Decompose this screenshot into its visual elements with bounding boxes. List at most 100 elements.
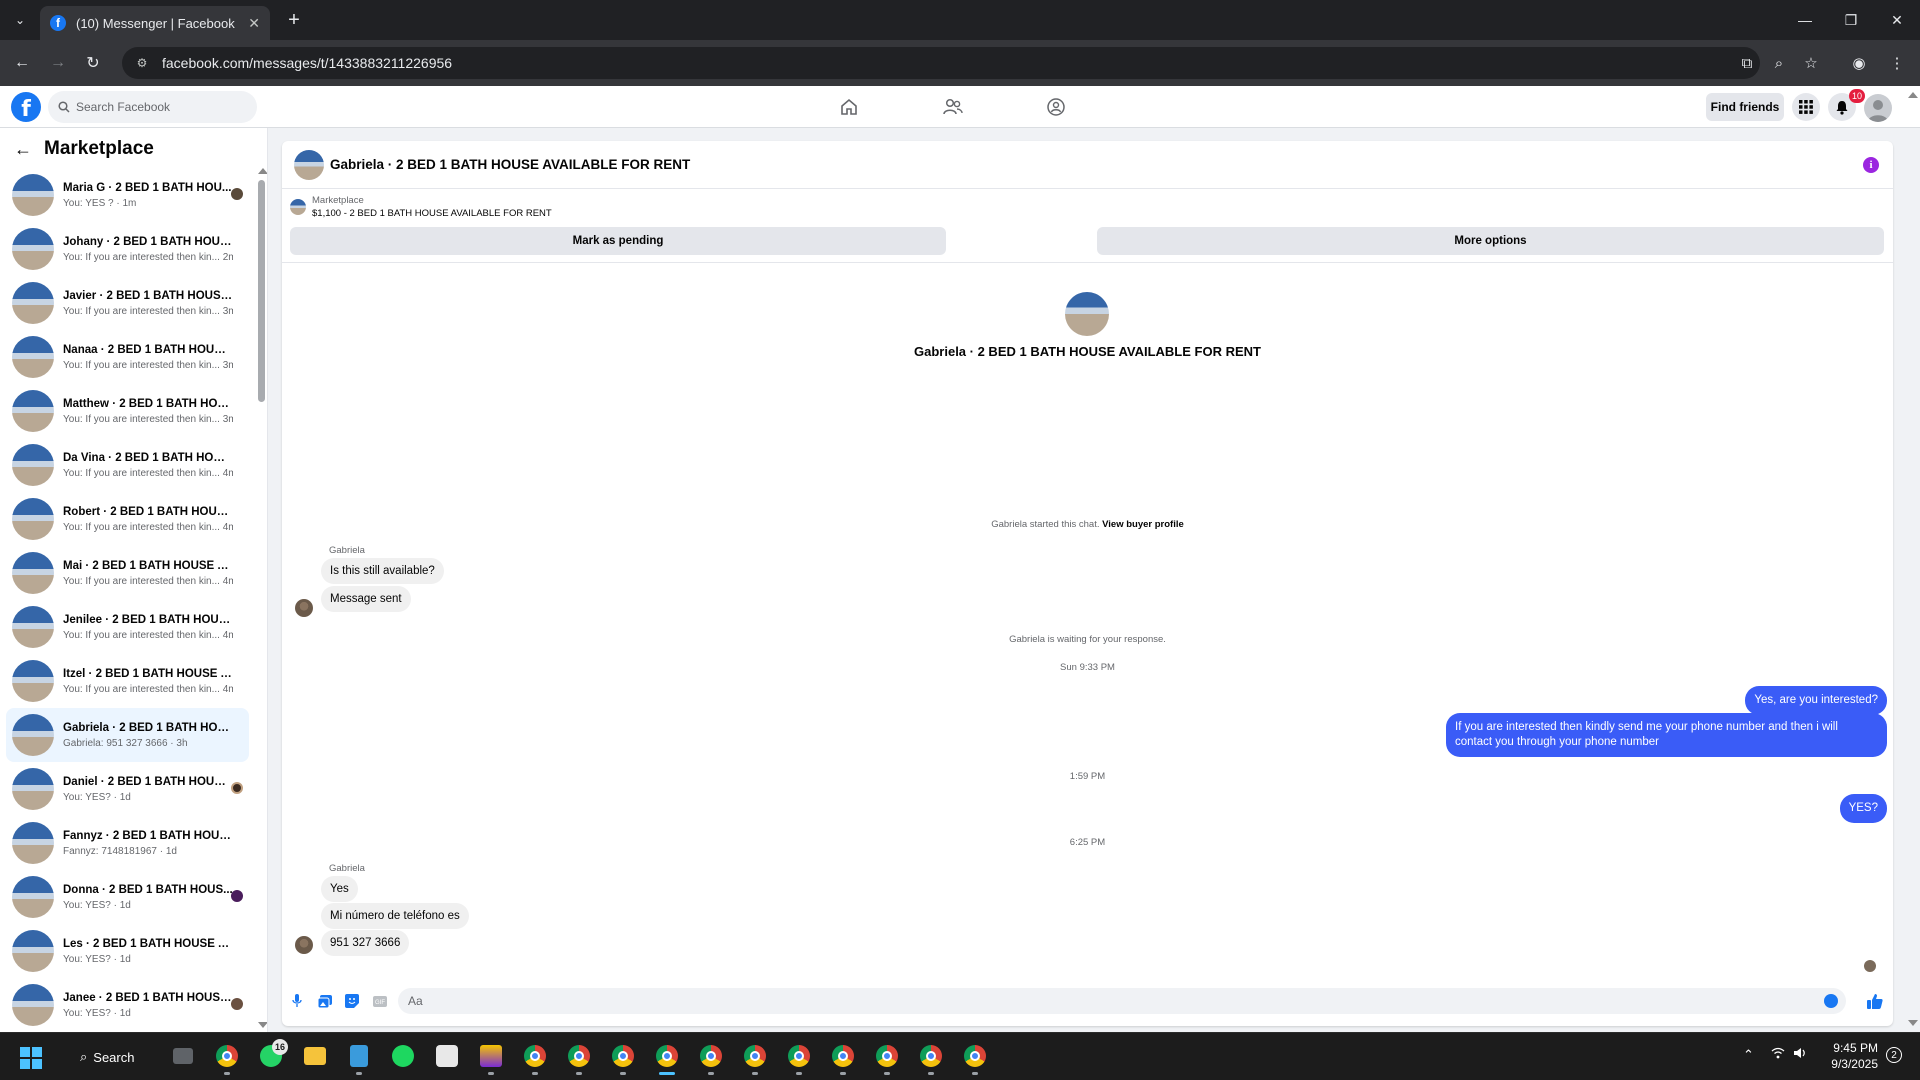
chat-title[interactable]: Gabriela · 2 BED 1 BATH HOUSE AVAILABLE … [330,157,690,172]
windows-start-icon[interactable] [20,1047,42,1069]
page-scroll-down-icon[interactable] [1908,1020,1918,1026]
sender-avatar[interactable] [295,936,313,954]
account-avatar[interactable] [1864,94,1892,122]
install-app-icon[interactable]: ⧉ [1734,50,1760,76]
emoji-icon[interactable] [1824,994,1838,1008]
conversation-item[interactable]: Javier · 2 BED 1 BATH HOUSE A... You: If … [6,276,249,330]
chrome-taskbar-icon[interactable] [212,1041,242,1075]
taskbar-search-button[interactable]: ⌕ Search [70,1042,150,1072]
notepad-icon[interactable] [344,1041,374,1075]
chrome-taskbar-icon[interactable] [564,1041,594,1075]
reload-button[interactable]: ↻ [80,50,106,76]
chat-avatar[interactable] [294,149,324,180]
message-input[interactable] [408,994,1808,1008]
minimize-button[interactable]: — [1782,0,1828,40]
notification-center-badge[interactable]: 2 [1886,1047,1902,1063]
conversation-item[interactable]: Donna · 2 BED 1 BATH HOUS... You: YES? · … [6,870,249,924]
conversation-item[interactable]: Itzel · 2 BED 1 BATH HOUSE AV... You: If … [6,654,249,708]
zoom-icon[interactable]: ⌕ [1766,50,1792,76]
conversation-item[interactable]: Nanaa · 2 BED 1 BATH HOUSE A... You: If y… [6,330,249,384]
more-options-button[interactable]: More options [1097,227,1884,255]
chrome-taskbar-icon[interactable] [916,1041,946,1075]
conversation-item[interactable]: Daniel · 2 BED 1 BATH HOUSE... You: YES? … [6,762,249,816]
conversation-item-active[interactable]: Gabriela · 2 BED 1 BATH HOUSE... Gabriela… [6,708,249,762]
wifi-icon[interactable] [1771,1047,1785,1062]
bookmark-star-icon[interactable]: ☆ [1798,50,1824,76]
incoming-message[interactable]: 951 327 3666 [321,930,410,956]
conversation-item[interactable]: Janee · 2 BED 1 BATH HOUSE ... You: YES? … [6,978,249,1032]
conversation-item[interactable]: Robert · 2 BED 1 BATH HOUSE ... You: If y… [6,492,249,546]
incoming-message[interactable]: Yes [321,876,358,902]
address-bar[interactable]: ⚙ facebook.com/messages/t/14338832112269… [122,47,1760,79]
incoming-message[interactable]: Mi número de teléfono es [321,903,469,929]
scroll-up-arrow-icon[interactable] [258,168,267,174]
site-info-icon[interactable]: ⚙ [134,55,150,71]
chrome-taskbar-icon[interactable] [960,1041,990,1075]
taskbar-clock[interactable]: 9:45 PM 9/3/2025 [1818,1040,1878,1072]
mark-as-pending-button[interactable]: Mark as pending [290,227,946,255]
conversation-item[interactable]: Matthew · 2 BED 1 BATH HOUS... You: If yo… [6,384,249,438]
facebook-logo-icon[interactable]: f [11,92,41,122]
store-app-icon[interactable] [432,1041,462,1071]
sticker-icon[interactable] [343,992,361,1010]
groups-icon[interactable] [1043,94,1069,120]
gif-icon[interactable]: GIF [371,992,389,1010]
close-window-button[interactable]: ✕ [1874,0,1920,40]
outgoing-message[interactable]: Yes, are you interested? [1745,686,1887,715]
conversation-item[interactable]: Johany · 2 BED 1 BATH HOUSE ... You: If y… [6,222,249,276]
page-scroll-up-icon[interactable] [1908,92,1918,98]
new-tab-button[interactable]: + [282,8,306,32]
chrome-taskbar-icon[interactable] [872,1041,902,1075]
sidebar-scrollbar[interactable] [256,168,267,1028]
browser-tab[interactable]: f (10) Messenger | Facebook ✕ [40,6,270,40]
chrome-taskbar-icon[interactable] [784,1041,814,1075]
chrome-taskbar-icon[interactable] [740,1041,770,1075]
file-explorer-icon[interactable] [300,1041,330,1071]
profile-icon[interactable]: ◉ [1846,50,1872,76]
back-arrow-icon[interactable]: ← [14,139,32,160]
restore-button[interactable]: ❐ [1828,0,1874,40]
browser-menu-icon[interactable]: ⋮ [1884,50,1910,76]
conversation-item[interactable]: Mai · 2 BED 1 BATH HOUSE AVA... You: If y… [6,546,249,600]
view-buyer-profile-link[interactable]: View buyer profile [1102,519,1184,530]
like-thumb-icon[interactable] [1865,991,1885,1011]
conversation-item[interactable]: Jenilee · 2 BED 1 BATH HOUSE ... You: If … [6,600,249,654]
show-hidden-icons-icon[interactable]: ⌃ [1743,1047,1754,1063]
tab-search-button[interactable]: ⌄ [8,8,32,32]
chrome-taskbar-icon[interactable] [696,1041,726,1075]
sender-avatar[interactable] [295,599,313,617]
search-input[interactable] [76,100,236,114]
close-tab-icon[interactable]: ✕ [248,15,260,32]
incoming-message[interactable]: Is this still available? [321,558,444,584]
back-button[interactable]: ← [9,50,35,76]
menu-grid-icon[interactable] [1792,93,1820,121]
outgoing-message[interactable]: YES? [1839,794,1887,823]
conversation-item[interactable]: Les · 2 BED 1 BATH HOUSE AVAI... You: YES… [6,924,249,978]
outgoing-message[interactable]: If you are interested then kindly send m… [1446,713,1887,757]
message-input-box[interactable] [398,988,1846,1014]
volume-icon[interactable] [1793,1047,1807,1062]
conversation-item[interactable]: Da Vina · 2 BED 1 BATH HOUSE ... You: If … [6,438,249,492]
find-friends-button[interactable]: Find friends [1706,93,1784,121]
friends-icon[interactable] [940,94,966,120]
chrome-taskbar-icon[interactable] [828,1041,858,1075]
spotify-icon[interactable] [388,1041,418,1071]
forward-button[interactable]: → [45,50,71,76]
scroll-down-arrow-icon[interactable] [258,1022,267,1028]
app-icon[interactable] [476,1041,506,1075]
conversation-item[interactable]: Maria G · 2 BED 1 BATH HOU... You: YES ? … [6,168,249,222]
microphone-icon[interactable] [288,992,306,1010]
chrome-taskbar-icon[interactable] [608,1041,638,1075]
task-view-icon[interactable] [168,1041,198,1071]
home-icon[interactable] [836,94,862,120]
incoming-message[interactable]: Message sent [321,586,411,612]
scrollbar-thumb[interactable] [258,180,265,402]
listing-summary[interactable]: Marketplace $1,100 - 2 BED 1 BATH HOUSE … [290,195,552,219]
photo-icon[interactable] [316,992,334,1010]
conversation-item[interactable]: Fannyz · 2 BED 1 BATH HOUSE ... Fannyz: 7… [6,816,249,870]
chrome-taskbar-icon-active[interactable] [652,1041,682,1075]
info-icon[interactable]: i [1863,157,1879,173]
facebook-search[interactable] [48,91,257,123]
chrome-taskbar-icon[interactable] [520,1041,550,1075]
intro-avatar[interactable] [1065,292,1109,336]
